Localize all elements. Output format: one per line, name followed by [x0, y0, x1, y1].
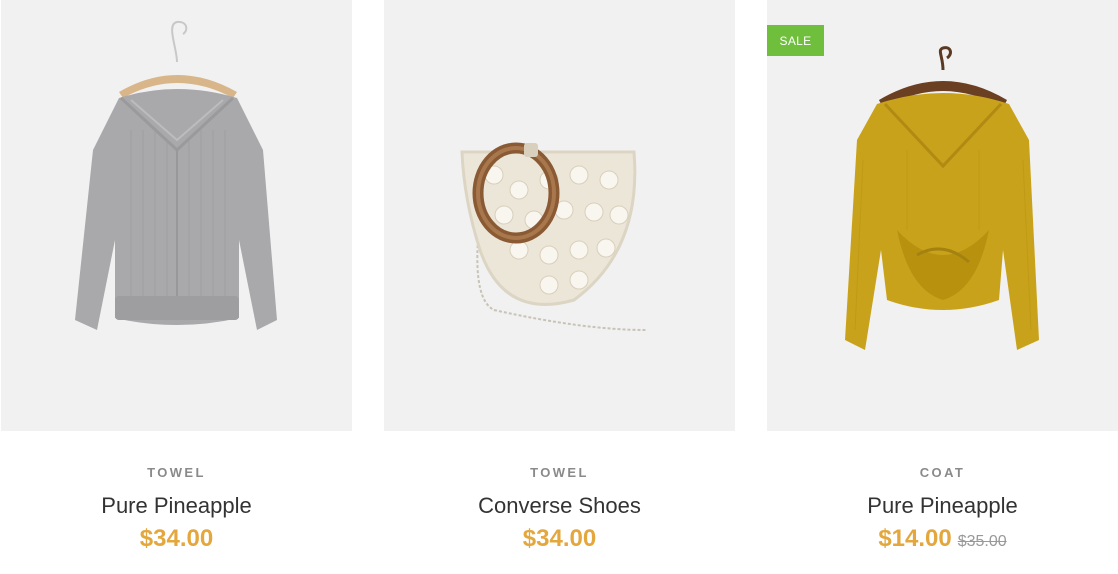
product-name[interactable]: Pure Pineapple	[1, 493, 352, 519]
price-row: $34.00	[384, 525, 735, 553]
mustard-sweater-image	[845, 46, 1039, 350]
product-image-link[interactable]	[384, 0, 735, 431]
product-old-price: $35.00	[957, 533, 1007, 550]
product-card: TOWEL Pure Pineapple $34.00	[1, 0, 352, 574]
product-price: $14.00	[878, 525, 952, 552]
product-grid: TOWEL Pure Pineapple $34.00 TOWEL Conver…	[1, 0, 1118, 574]
product-category[interactable]: COAT	[767, 465, 1118, 480]
price-row: $14.00 $35.00	[767, 525, 1118, 553]
grey-sweater-image	[75, 20, 277, 330]
product-card: SALE COAT Pure Pineapple $14.00 $35.00	[767, 0, 1118, 574]
product-category[interactable]: TOWEL	[384, 465, 735, 480]
product-name[interactable]: Pure Pineapple	[767, 493, 1118, 519]
product-image-link[interactable]	[1, 0, 352, 431]
price-row: $34.00	[1, 525, 352, 553]
product-category[interactable]: TOWEL	[1, 465, 352, 480]
white-handbag-image	[460, 142, 647, 331]
product-name[interactable]: Converse Shoes	[384, 493, 735, 519]
product-price: $34.00	[522, 525, 597, 552]
product-image-link[interactable]: SALE	[767, 0, 1118, 431]
sale-badge: SALE	[767, 25, 824, 56]
product-card: TOWEL Converse Shoes $34.00	[384, 0, 735, 574]
product-price: $34.00	[139, 525, 214, 552]
